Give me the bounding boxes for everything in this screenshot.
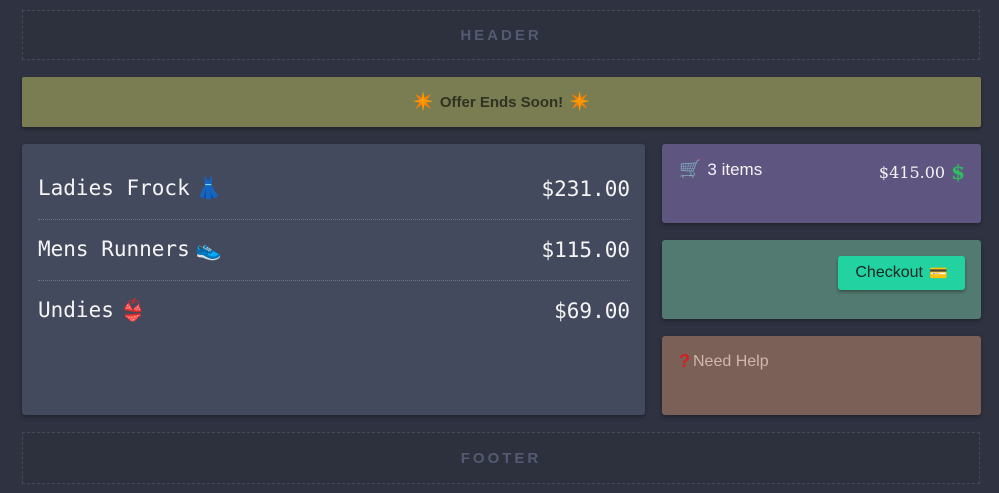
page-header: HEADER	[22, 10, 980, 60]
cart-total-value: $415.00	[878, 162, 946, 182]
credit-card-icon: 💳	[928, 265, 948, 282]
cart-summary-panel: 🛒 3 items $415.00 $	[662, 144, 981, 223]
help-panel: ? Need Help	[662, 336, 981, 415]
sparkle-star-icon: ✴️	[569, 92, 591, 111]
sparkle-star-icon: ✴️	[412, 92, 434, 111]
cart-item-price: $231.00	[541, 176, 630, 201]
checkout-panel: Checkout 💳	[662, 240, 981, 319]
cart-item-name-group: Mens Runners 👟	[38, 237, 222, 262]
page-footer: FOOTER	[22, 432, 980, 484]
cart-item-name-group: Ladies Frock 👗	[38, 176, 222, 201]
bikini-icon: 👙	[119, 298, 147, 322]
cart-item-row[interactable]: Undies 👙 $69.00	[38, 280, 630, 341]
item-count-label: 3 items	[707, 159, 763, 179]
banner-text: Offer Ends Soon!	[439, 93, 564, 111]
cart-item-name-group: Undies 👙	[38, 298, 146, 323]
cart-item-name: Mens Runners	[38, 237, 190, 261]
cart-item-name: Ladies Frock	[38, 176, 190, 200]
header-label: HEADER	[460, 26, 542, 44]
cart-item-price: $115.00	[541, 237, 630, 262]
dollar-icon: $	[951, 160, 965, 184]
sneaker-icon: 👟	[195, 237, 222, 261]
footer-label: FOOTER	[460, 449, 542, 467]
shopping-cart-icon: 🛒	[679, 159, 702, 179]
checkout-label: Checkout	[855, 264, 923, 281]
cart-item-row[interactable]: Ladies Frock 👗 $231.00	[38, 158, 630, 220]
question-mark-icon: ?	[679, 351, 690, 371]
cart-item-price: $69.00	[554, 298, 630, 323]
checkout-button[interactable]: Checkout 💳	[838, 256, 965, 290]
item-count: 🛒 3 items	[679, 159, 762, 180]
offer-banner: ✴️ Offer Ends Soon! ✴️	[22, 77, 981, 127]
dress-icon: 👗	[195, 176, 222, 200]
cart-total: $415.00 $	[879, 160, 965, 184]
need-help-link[interactable]: ? Need Help	[679, 351, 769, 372]
cart-item-name: Undies	[38, 298, 114, 322]
cart-items-panel: Ladies Frock 👗 $231.00 Mens Runners 👟 $115…	[22, 144, 645, 415]
cart-item-row[interactable]: Mens Runners 👟 $115.00	[38, 219, 630, 281]
need-help-label: Need Help	[693, 352, 769, 370]
